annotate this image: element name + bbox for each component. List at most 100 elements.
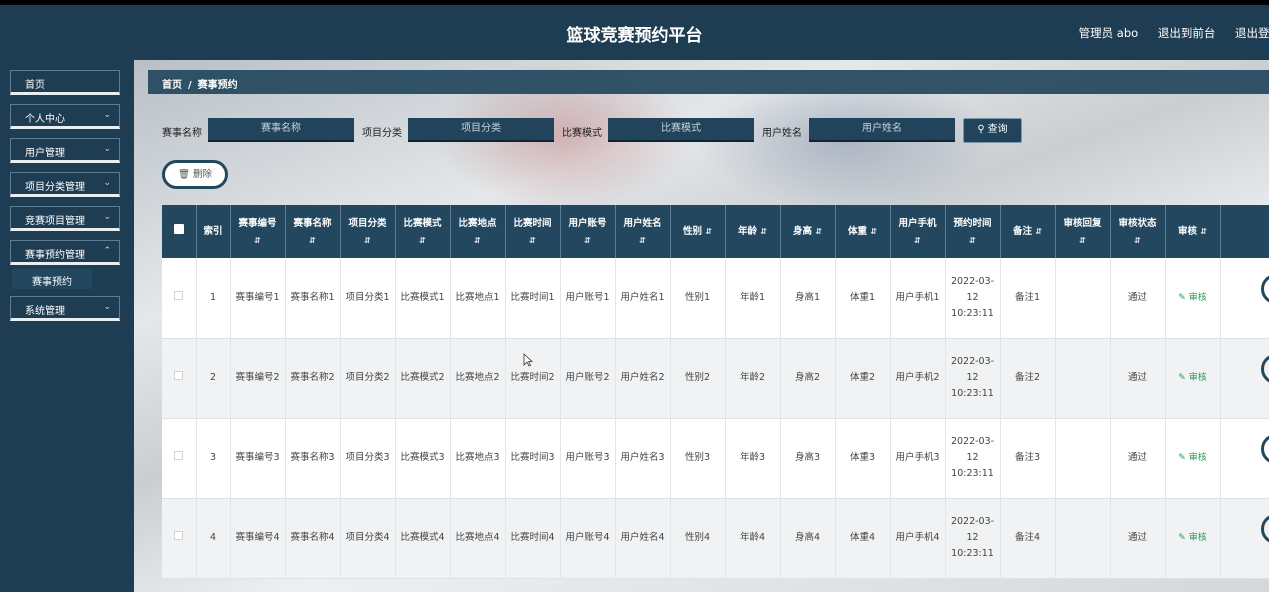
table-cell: 备注4	[1000, 498, 1056, 579]
cell-value: 比赛时间4	[510, 532, 555, 543]
select-all-header[interactable]	[162, 205, 197, 258]
sort-icon[interactable]: ⇵	[584, 236, 591, 245]
audit-link[interactable]: ✎ 审核	[1178, 373, 1206, 383]
column-header[interactable]: 项目分类 ⇵	[340, 205, 396, 258]
column-header[interactable]: 审核状态 ⇵	[1110, 205, 1166, 258]
cell-value: 用户账号3	[565, 452, 610, 463]
audit-cell[interactable]: ✎ 审核	[1165, 338, 1221, 419]
column-header-label: 年龄	[737, 226, 757, 237]
sort-icon[interactable]: ⇵	[870, 227, 877, 236]
sort-icon[interactable]: ⇵	[364, 236, 371, 245]
row-actions-cell[interactable]	[1220, 258, 1269, 339]
table-cell: 性别1	[670, 258, 726, 339]
sort-icon[interactable]: ⇵	[760, 227, 767, 236]
column-header[interactable]: 用户账号 ⇵	[560, 205, 616, 258]
sort-icon[interactable]: ⇵	[705, 227, 712, 236]
sort-icon[interactable]: ⇵	[419, 236, 426, 245]
logout-link[interactable]: 退出登录	[1235, 26, 1269, 40]
select-all-checkbox[interactable]	[173, 224, 184, 234]
table-cell: 用户姓名3	[615, 418, 671, 499]
column-header[interactable]: 预约时间 ⇵	[945, 205, 1001, 258]
column-header[interactable]: 比赛时间 ⇵	[505, 205, 561, 258]
audit-cell[interactable]: ✎ 审核	[1165, 418, 1221, 499]
column-header[interactable]: 比赛地点 ⇵	[450, 205, 506, 258]
table-row[interactable]: 1 赛事编号1 赛事名称1 项目分类1 比赛模式1 比赛地点1 比赛时间1 用户账号1 用户姓名…	[162, 258, 1269, 339]
sort-icon[interactable]: ⇵	[1134, 236, 1141, 245]
sort-icon[interactable]: ⇵	[1200, 227, 1207, 236]
row-checkbox-cell[interactable]	[162, 258, 197, 339]
sort-icon[interactable]: ⇵	[914, 236, 921, 245]
sidebar-subitem-booking[interactable]: 赛事预约	[12, 269, 92, 289]
audit-cell[interactable]: ✎ 审核	[1165, 498, 1221, 579]
column-header[interactable]: 性别 ⇵	[670, 205, 726, 258]
sort-icon[interactable]: ⇵	[1035, 227, 1042, 236]
row-actions-cell[interactable]	[1220, 338, 1269, 419]
table-cell: 项目分类4	[340, 498, 396, 579]
table-cell: 体重4	[835, 498, 891, 579]
audit-link[interactable]: ✎ 审核	[1178, 293, 1206, 303]
cell-value: 比赛模式3	[400, 452, 445, 463]
audit-link[interactable]: ✎ 审核	[1178, 453, 1206, 463]
column-header[interactable]: 身高 ⇵	[780, 205, 836, 258]
sort-icon[interactable]: ⇵	[474, 236, 481, 245]
table-cell: 3	[196, 418, 231, 499]
sort-icon[interactable]: ⇵	[254, 236, 261, 245]
column-header[interactable]: 赛事编号 ⇵	[230, 205, 286, 258]
row-actions-cell[interactable]	[1220, 498, 1269, 579]
column-header[interactable]: 年龄 ⇵	[725, 205, 781, 258]
column-header[interactable]: 审核 ⇵	[1165, 205, 1221, 258]
row-checkbox[interactable]	[174, 371, 184, 380]
breadcrumb-home[interactable]: 首页	[162, 80, 182, 91]
row-checkbox-cell[interactable]	[162, 498, 197, 579]
row-actions-cell[interactable]	[1220, 418, 1269, 499]
sidebar-item-category-management[interactable]: 项目分类管理 ⌄	[10, 172, 120, 197]
audit-cell[interactable]: ✎ 审核	[1165, 258, 1221, 339]
sidebar-item-booking-management[interactable]: 赛事预约管理 ⌃	[10, 240, 120, 265]
table-row[interactable]: 2 赛事编号2 赛事名称2 项目分类2 比赛模式2 比赛地点2 比赛时间2 用户账号2 用户姓名…	[162, 338, 1269, 419]
action-button[interactable]	[1260, 434, 1269, 464]
sidebar-item-home[interactable]: 首页	[10, 70, 120, 95]
search-button[interactable]: ⚲ 查询	[963, 118, 1022, 143]
table-row[interactable]: 4 赛事编号4 赛事名称4 项目分类4 比赛模式4 比赛地点4 比赛时间4 用户账号4 用户姓名…	[162, 498, 1269, 579]
row-checkbox[interactable]	[174, 290, 184, 300]
action-button[interactable]	[1260, 354, 1269, 384]
action-button[interactable]	[1260, 514, 1269, 544]
column-header[interactable]: 备注 ⇵	[1000, 205, 1056, 258]
row-checkbox[interactable]	[174, 451, 184, 460]
event-name-input[interactable]: 赛事名称	[208, 118, 354, 142]
cell-value: 体重4	[849, 532, 876, 543]
back-to-front-link[interactable]: 退出到前台	[1158, 26, 1216, 40]
column-header[interactable]: 体重 ⇵	[835, 205, 891, 258]
column-header[interactable]: 用户手机 ⇵	[890, 205, 946, 258]
delete-button[interactable]: 🗑 删除	[162, 160, 228, 189]
audit-link[interactable]: ✎ 审核	[1178, 533, 1206, 543]
table-cell: 用户账号4	[560, 498, 616, 579]
sort-icon[interactable]: ⇵	[1079, 236, 1086, 245]
column-header[interactable]: 赛事名称 ⇵	[285, 205, 341, 258]
sort-icon[interactable]: ⇵	[309, 236, 316, 245]
cell-value: 1	[209, 291, 217, 303]
category-input[interactable]: 项目分类	[408, 118, 554, 142]
row-checkbox-cell[interactable]	[162, 418, 197, 499]
sidebar-item-personal-center[interactable]: 个人中心 ⌄	[10, 104, 120, 129]
sort-icon[interactable]: ⇵	[969, 236, 976, 245]
table-cell: 身高1	[780, 258, 836, 339]
column-header[interactable]: 比赛模式 ⇵	[395, 205, 451, 258]
breadcrumb: 首页 / 赛事预约	[148, 70, 1269, 94]
action-button[interactable]	[1260, 273, 1269, 304]
sidebar-item-user-management[interactable]: 用户管理 ⌄	[10, 138, 120, 163]
sort-icon[interactable]: ⇵	[639, 236, 646, 245]
table-row[interactable]: 3 赛事编号3 赛事名称3 项目分类3 比赛模式3 比赛地点3 比赛时间3 用户账号3 用户姓名…	[162, 418, 1269, 499]
column-header[interactable]: 用户姓名 ⇵	[615, 205, 671, 258]
sidebar-item-system-management[interactable]: 系统管理 ⌄	[10, 296, 120, 321]
sidebar-item-competition-management[interactable]: 竞赛项目管理 ⌄	[10, 206, 120, 231]
table-cell	[1055, 338, 1111, 419]
match-mode-input[interactable]: 比赛模式	[608, 118, 754, 142]
column-header[interactable]: 审核回复 ⇵	[1055, 205, 1111, 258]
row-checkbox-cell[interactable]	[162, 338, 197, 419]
table-cell: 2022-03-12 10:23:11	[945, 418, 1001, 499]
sort-icon[interactable]: ⇵	[529, 236, 536, 245]
sort-icon[interactable]: ⇵	[815, 227, 822, 236]
row-checkbox[interactable]	[174, 531, 184, 540]
user-name-input[interactable]: 用户姓名	[809, 118, 955, 142]
